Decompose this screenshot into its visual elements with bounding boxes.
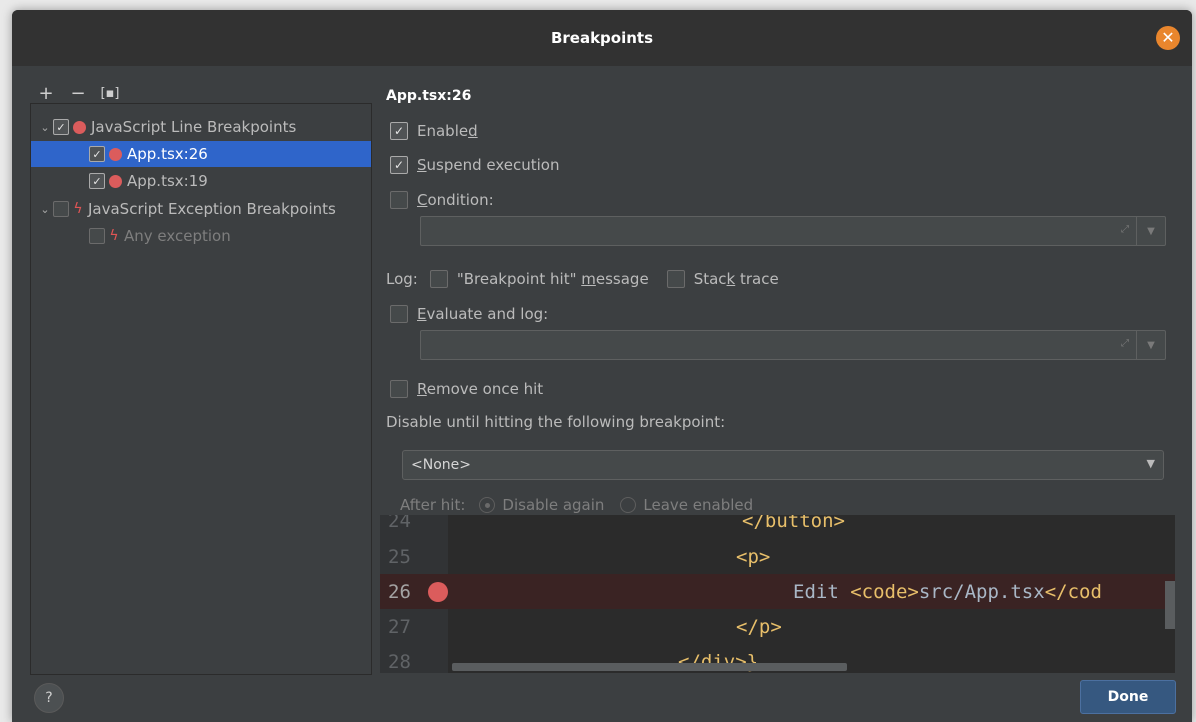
breakpoint-dot-icon [109,147,122,161]
title-bar: Breakpoints ✕ [12,10,1192,66]
evaluate-checkbox[interactable] [390,305,408,323]
details-heading: App.tsx:26 [386,88,472,104]
log-message-label: "Breakpoint hit" message [456,270,649,288]
evaluate-option[interactable]: Evaluate and log: [390,305,548,323]
code-line: 24 </button> [380,515,1175,538]
after-hit-options: After hit: Disable again Leave enabled [400,496,753,514]
log-label: Log: [386,270,418,288]
remove-breakpoint-button[interactable]: − [68,83,88,104]
code-line-current: 26 Edit <code>src/App.tsx</cod [380,574,1175,609]
line-number: 26 [388,580,411,603]
evaluate-label: Evaluate and log: [417,305,549,323]
chevron-down-icon[interactable]: ⌄ [37,121,53,134]
vertical-scrollbar[interactable] [1165,581,1175,629]
code-text: </p> [736,615,782,638]
suspend-checkbox[interactable]: ✓ [390,156,408,174]
done-button[interactable]: Done [1080,680,1176,714]
history-dropdown-button[interactable]: ▼ [1136,217,1165,245]
after-hit-label: After hit: [400,496,466,514]
line-number: 28 [388,650,411,673]
horizontal-scrollbar[interactable] [452,663,847,671]
tree-group-line-breakpoints[interactable]: ⌄ ✓ JavaScript Line Breakpoints [31,114,371,140]
enabled-checkbox[interactable]: ✓ [390,122,408,140]
enabled-label: Enabled [417,122,478,140]
remove-once-checkbox[interactable] [390,380,408,398]
tree-item-app-26[interactable]: ✓ App.tsx:26 [31,141,371,167]
suspend-label: Suspend execution [417,156,560,174]
add-breakpoint-button[interactable]: + [36,83,56,104]
remove-once-label: Remove once hit [417,380,544,398]
log-options: Log: "Breakpoint hit" message Stack trac… [386,270,779,288]
code-text: Edit <code>src/App.tsx</cod [793,580,1102,603]
tree-item-label: App.tsx:26 [127,145,208,163]
disable-again-label: Disable again [502,496,605,514]
item-checkbox[interactable]: ✓ [89,173,105,189]
history-dropdown-button[interactable]: ▼ [1136,331,1165,359]
tree-group-label: JavaScript Exception Breakpoints [88,200,336,218]
breakpoints-dialog: Breakpoints ✕ + − [▪] ⌄ ✓ JavaScript Lin… [12,10,1192,722]
code-text: <p> [736,545,771,568]
dropdown-value: <None> [411,457,471,473]
tree-item-label: Any exception [124,227,231,245]
log-message-checkbox[interactable] [429,270,448,288]
code-line: 25 <p> [380,539,1175,574]
code-text: </button> [742,515,845,532]
condition-label: Condition: [417,191,494,209]
stack-trace-checkbox[interactable] [666,270,685,288]
chevron-down-icon: ▼ [1146,457,1155,470]
help-button[interactable]: ? [34,683,64,713]
expand-icon[interactable]: ⤢ [1121,224,1129,235]
stack-trace-label: Stack trace [693,270,779,288]
disable-until-label: Disable until hitting the following brea… [386,413,726,431]
tree-item-any-exception[interactable]: ϟ Any exception [31,223,371,249]
disable-again-radio[interactable] [479,497,496,513]
code-preview: 24 </button> 25 <p> 26 Edit <code>src/Ap… [380,515,1175,673]
lightning-icon: ϟ [109,228,119,244]
breakpoint-tree: ⌄ ✓ JavaScript Line Breakpoints ✓ App.ts… [30,103,372,675]
evaluate-field[interactable]: ⤢ ▼ [420,330,1166,360]
tree-item-label: App.tsx:19 [127,172,208,190]
disable-until-dropdown[interactable]: <None> ▼ [402,450,1164,480]
group-checkbox[interactable]: ✓ [53,119,69,135]
tree-group-exception-breakpoints[interactable]: ⌄ ϟ JavaScript Exception Breakpoints [31,196,371,222]
tree-item-app-19[interactable]: ✓ App.tsx:19 [31,168,371,194]
remove-once-option[interactable]: Remove once hit [390,380,543,398]
close-button[interactable]: ✕ [1156,26,1180,50]
line-number: 25 [388,545,411,568]
condition-field[interactable]: ⤢ ▼ [420,216,1166,246]
group-by-file-button[interactable]: [▪] [100,86,120,101]
close-icon: ✕ [1161,28,1175,47]
item-checkbox[interactable]: ✓ [89,146,105,162]
expand-icon[interactable]: ⤢ [1121,338,1129,349]
breakpoint-dot-icon [73,120,86,134]
code-line: 27 </p> [380,609,1175,644]
line-number: 27 [388,615,411,638]
group-checkbox[interactable] [53,201,69,217]
line-number: 24 [388,515,411,532]
tree-group-label: JavaScript Line Breakpoints [91,118,297,136]
leave-enabled-radio[interactable] [620,497,637,513]
item-checkbox[interactable] [89,228,105,244]
enabled-option[interactable]: ✓ Enabled [390,122,478,140]
help-icon: ? [45,690,53,706]
chevron-down-icon[interactable]: ⌄ [37,203,53,216]
condition-checkbox[interactable] [390,191,408,209]
breakpoint-dot-icon [109,174,122,188]
leave-enabled-label: Leave enabled [643,496,754,514]
dialog-title: Breakpoints [550,29,654,47]
condition-option[interactable]: Condition: [390,191,494,209]
lightning-icon: ϟ [73,201,83,217]
breakpoint-marker-icon[interactable] [428,581,448,602]
suspend-option[interactable]: ✓ Suspend execution [390,156,560,174]
